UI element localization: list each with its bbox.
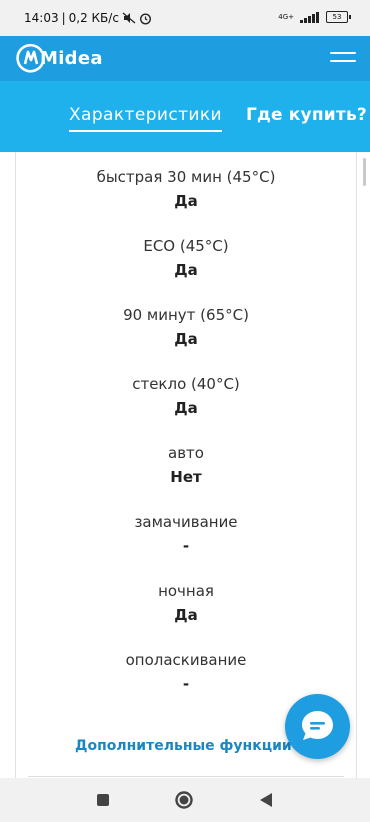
spec-item: 90 минут (65°C) Да [16, 306, 356, 349]
spec-item: стекло (40°C) Да [16, 375, 356, 418]
spec-item: ECO (45°C) Да [16, 237, 356, 280]
chat-icon [302, 711, 333, 740]
spec-label: стекло (40°C) [132, 375, 240, 393]
brand-name: Midea [40, 47, 103, 69]
tabs-bar: Характеристики Где купить? [0, 81, 370, 152]
spec-label: ECO (45°C) [143, 237, 229, 255]
spec-value: - [182, 537, 190, 555]
status-right: 4G+ 53 [278, 11, 351, 23]
spec-label: быстрая 30 мин (45°C) [96, 168, 276, 186]
spec-value: Да [174, 261, 198, 279]
tab-where-to-buy[interactable]: Где купить? [246, 105, 367, 130]
tab-specifications[interactable]: Характеристики [69, 105, 222, 132]
network-type: 4G+ [278, 12, 294, 21]
square-icon[interactable] [96, 793, 110, 807]
status-left: 14:03 | 0,2 КБ/с [24, 11, 152, 25]
spec-value: Да [174, 606, 198, 624]
alarm-icon [139, 12, 151, 25]
more-functions-link[interactable]: Дополнительные функции [75, 738, 292, 754]
site-header: Midea [0, 36, 370, 81]
status-bar: 14:03 | 0,2 КБ/с 4G+ 53 [0, 0, 370, 36]
specs-panel: быстрая 30 мин (45°C) Да ECO (45°C) Да 9… [15, 152, 357, 778]
mute-icon [122, 12, 136, 24]
spec-item: замачивание - [16, 513, 356, 556]
hamburger-icon[interactable] [330, 50, 356, 66]
system-nav-bar [0, 778, 370, 822]
spec-value: Нет [170, 468, 202, 486]
status-time: 14:03 [24, 11, 59, 25]
circle-icon[interactable] [174, 790, 194, 810]
divider [28, 776, 344, 777]
scrollbar[interactable] [363, 158, 366, 186]
spec-label: ночная [158, 582, 214, 600]
chat-button[interactable] [285, 694, 350, 759]
signal-icon [300, 11, 319, 23]
spec-label: 90 минут (65°C) [123, 306, 249, 324]
spec-label: авто [168, 444, 204, 462]
spec-item: ночная Да [16, 582, 356, 625]
spec-value: Да [174, 399, 198, 417]
spec-value: Да [174, 192, 198, 210]
spec-item: ополаскивание - [16, 651, 356, 694]
spec-item: быстрая 30 мин (45°C) Да [16, 168, 356, 211]
spec-item: авто Нет [16, 444, 356, 487]
triangle-back-icon[interactable] [258, 791, 274, 809]
battery-level: 53 [332, 13, 342, 21]
spec-value: Да [174, 330, 198, 348]
spec-label: замачивание [134, 513, 238, 531]
battery-icon: 53 [326, 11, 351, 23]
status-speed: 0,2 КБ/с [68, 11, 119, 25]
spec-value: - [182, 675, 190, 693]
spec-label: ополаскивание [125, 651, 247, 669]
midea-logo[interactable]: Midea [16, 41, 103, 75]
